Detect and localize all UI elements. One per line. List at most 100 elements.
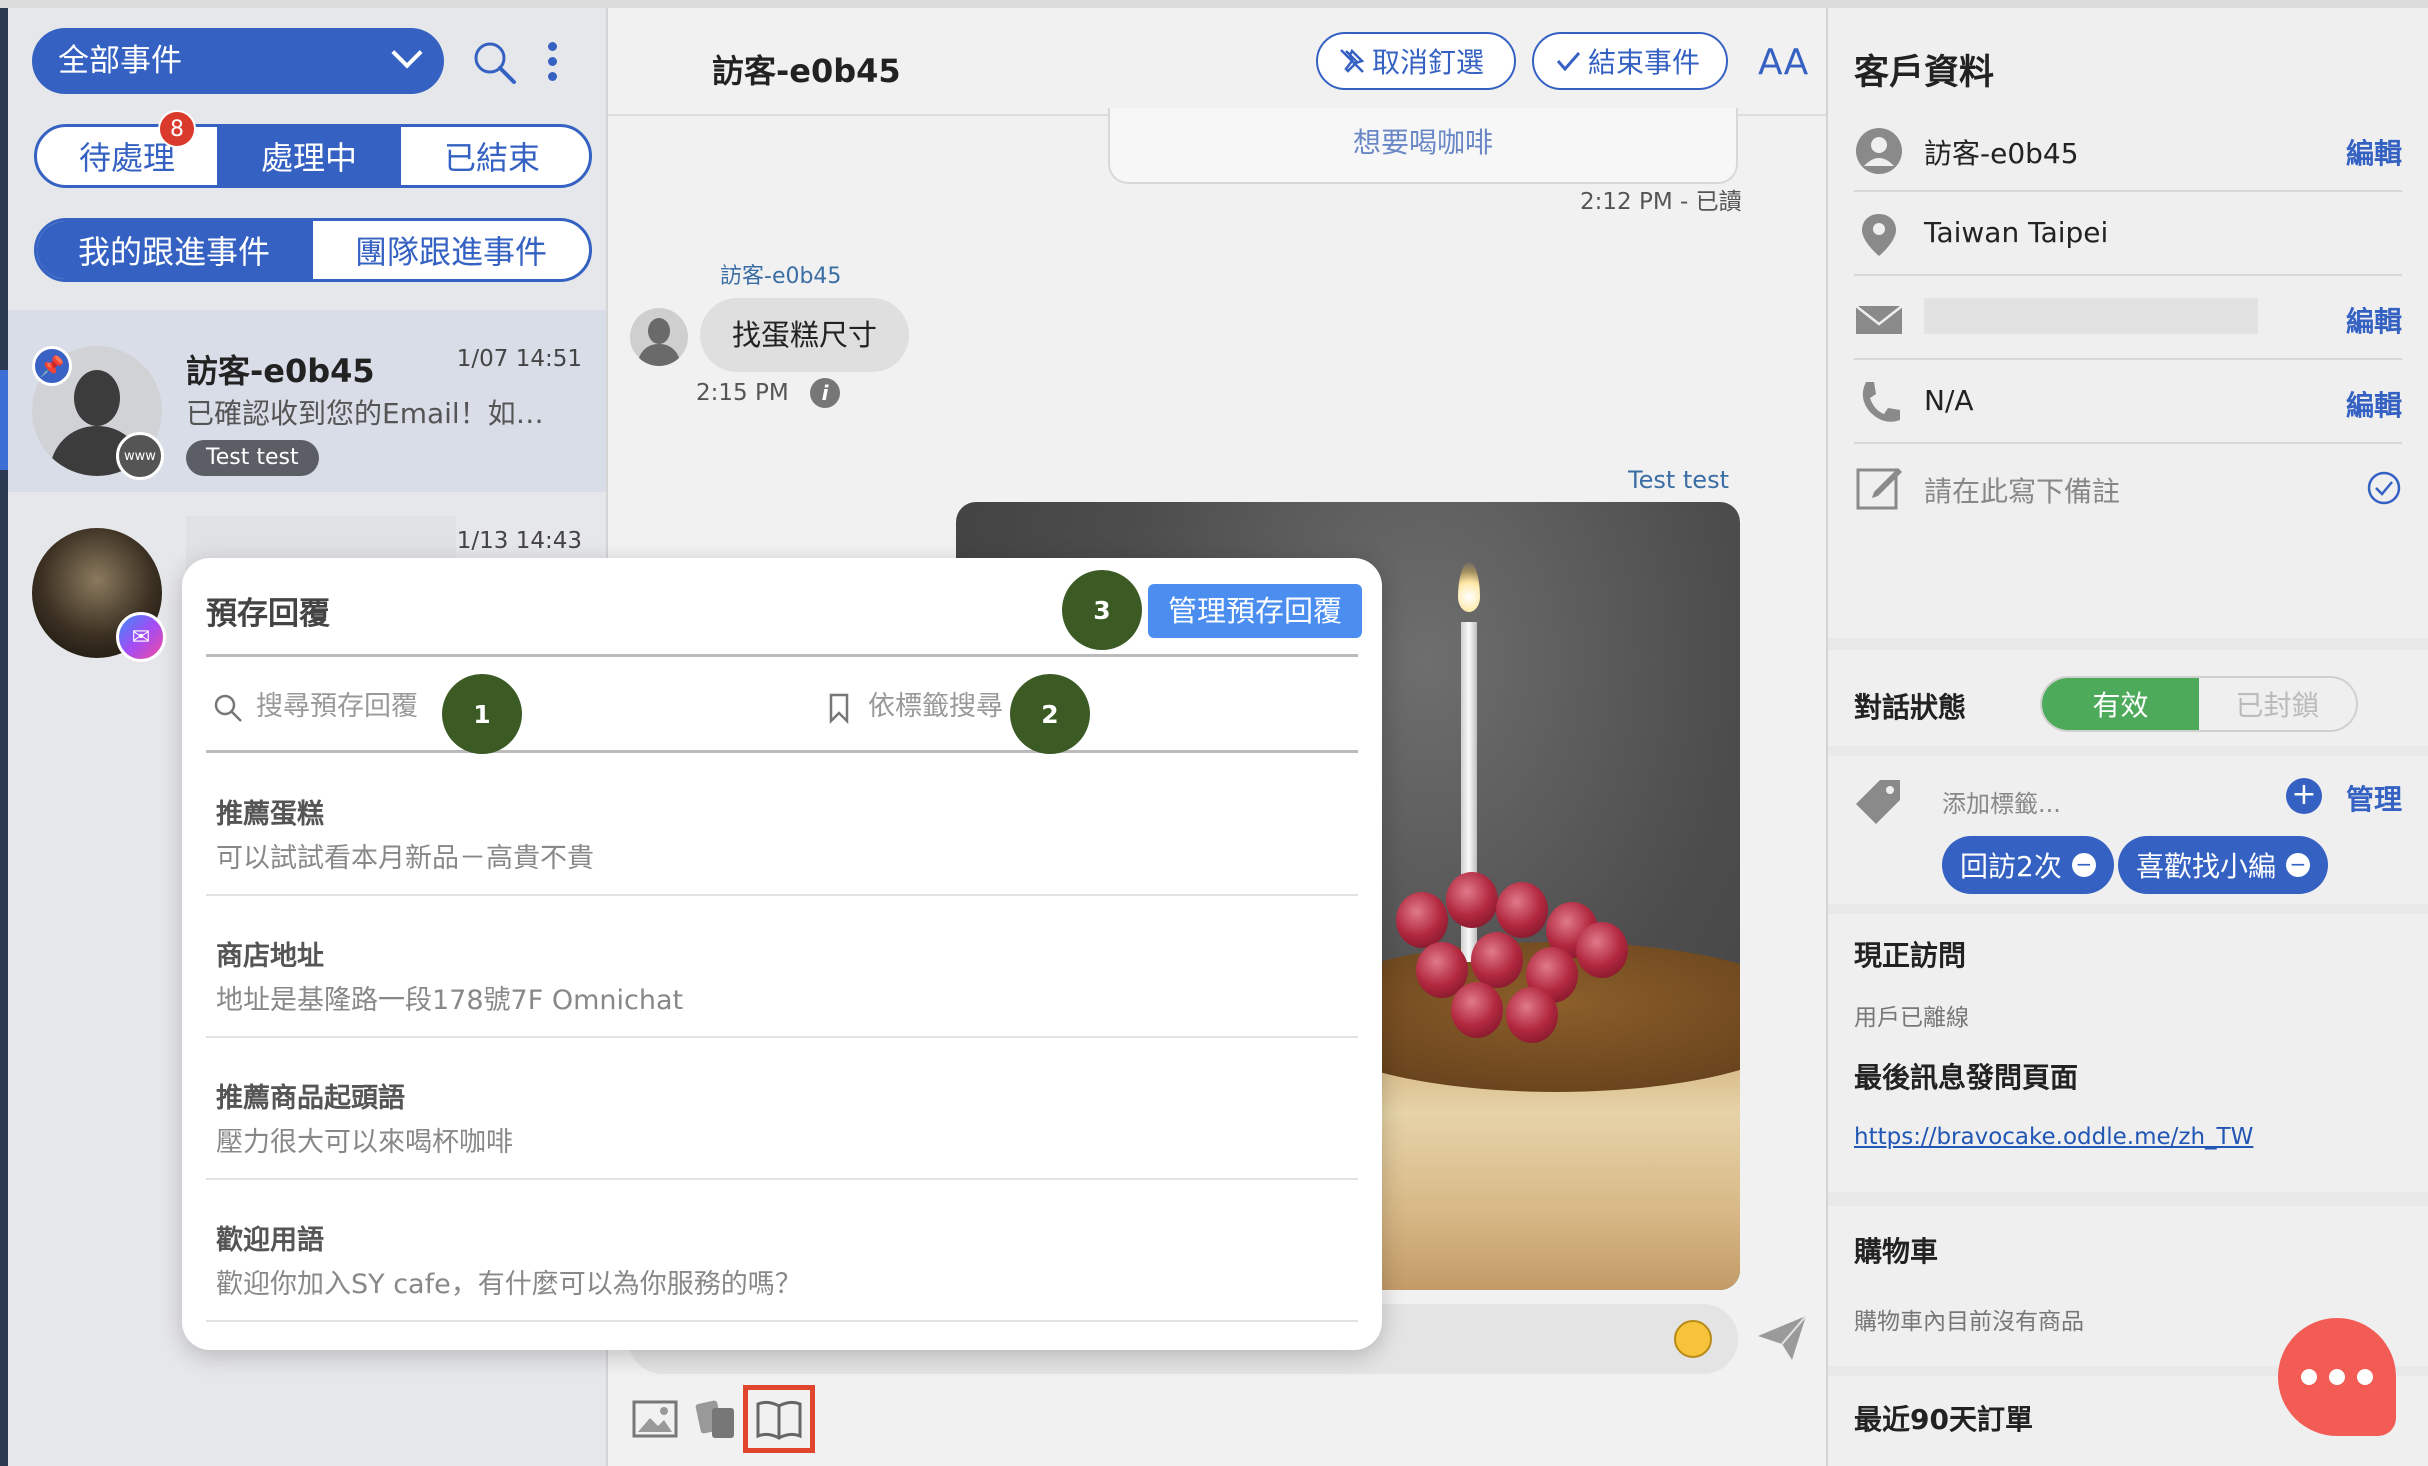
customer-location-row: Taiwan Taipei — [1854, 192, 2402, 276]
saved-reply-text: 壓力很大可以來喝杯咖啡 — [216, 1127, 513, 1158]
unpin-label: 取消釘選 — [1372, 46, 1485, 79]
pending-count-badge: 8 — [158, 110, 196, 148]
tab-my-events[interactable]: 我的跟進事件 — [37, 221, 313, 279]
end-event-label: 結束事件 — [1588, 46, 1701, 79]
tab-processing[interactable]: 處理中 — [219, 127, 401, 185]
manage-saved-replies-button[interactable]: 管理預存回覆 — [1148, 584, 1363, 638]
event-filter-dropdown[interactable]: 全部事件 — [32, 28, 444, 94]
popup-title: 預存回覆 — [206, 596, 330, 632]
orders-title[interactable]: 最近90天訂單 — [1854, 1398, 2033, 1438]
user-icon — [1856, 128, 1902, 174]
tag-search[interactable]: 依標籤搜尋 — [828, 684, 1003, 724]
divider — [206, 750, 1358, 753]
image-upload-icon[interactable] — [630, 1396, 680, 1442]
note-placeholder: 請在此寫下備註 — [1924, 475, 2121, 508]
customer-note-row[interactable]: 請在此寫下備註 — [1854, 444, 2402, 528]
chat-title: 訪客-e0b45 — [712, 52, 901, 90]
saved-reply-text: 可以試試看本月新品－高貴不貴 — [216, 843, 594, 874]
unpin-button[interactable]: 取消釘選 — [1316, 32, 1516, 90]
last-page-link[interactable]: https://bravocake.oddle.me/zh_TW — [1854, 1124, 2253, 1150]
search-icon[interactable] — [470, 38, 518, 86]
cart-title: 購物車 — [1854, 1235, 1939, 1268]
top-bar — [0, 0, 2428, 8]
nav-active-indicator — [0, 370, 8, 470]
save-note-check-icon — [2367, 471, 2401, 505]
edit-email-link[interactable]: 編輯 — [2346, 300, 2402, 340]
tags-section: 添加標籤... + 管理 回訪2次 − 喜歡找小編 − — [1828, 756, 2428, 904]
conversation-time: 1/07 14:51 — [456, 346, 582, 372]
blurred-email — [1924, 298, 2258, 334]
agent-name-label: Test test — [1628, 466, 1729, 494]
search-icon — [214, 694, 242, 722]
manage-tags-link[interactable]: 管理 — [2346, 778, 2402, 818]
remove-tag-icon[interactable]: − — [2286, 853, 2311, 877]
saved-replies-popup: 預存回覆 管理預存回覆 搜尋預存回覆 依標籤搜尋 推薦蛋糕 可以試試看本月新品－… — [182, 558, 1382, 1350]
saved-reply-text: 歡迎你加入SY cafe，有什麼可以為你服務的嗎？ — [216, 1269, 802, 1300]
status-label: 對話狀態 — [1854, 691, 1967, 724]
cart-value: 購物車內目前沒有商品 — [1854, 1309, 2084, 1335]
status-toggle[interactable]: 有效 已封鎖 — [2040, 676, 2358, 732]
saved-reply-title: 推薦商品起頭語 — [216, 1083, 405, 1114]
font-size-toggle[interactable]: AA — [1758, 42, 1808, 83]
add-tag-button[interactable]: + — [2286, 778, 2322, 814]
tag-chip[interactable]: 回訪2次 − — [1942, 836, 2114, 894]
tag-chip-label: 喜歡找小編 — [2136, 850, 2277, 883]
saved-reply-title: 商店地址 — [216, 941, 324, 972]
tag-search-label: 依標籤搜尋 — [868, 691, 1003, 722]
tab-team-events[interactable]: 團隊跟進事件 — [313, 221, 589, 279]
step-marker-2: 2 — [1010, 674, 1090, 754]
saved-reply-title: 歡迎用語 — [216, 1225, 324, 1256]
customer-name-row: 訪客-e0b45 編輯 — [1854, 108, 2402, 192]
customer-info-panel: 客戶資料 訪客-e0b45 編輯 Taiwan Taipei 編輯 N/A 編輯… — [1828, 8, 2428, 1466]
saved-reply-item[interactable]: 歡迎用語 歡迎你加入SY cafe，有什麼可以為你服務的嗎？ — [206, 1180, 1358, 1322]
tab-closed[interactable]: 已結束 — [401, 127, 583, 185]
search-placeholder: 搜尋預存回覆 — [256, 691, 418, 722]
more-options-icon[interactable] — [542, 38, 562, 88]
tag-chip[interactable]: 喜歡找小編 − — [2118, 836, 2329, 894]
edit-phone-link[interactable]: 編輯 — [2346, 384, 2402, 424]
emoji-icon[interactable] — [1674, 1320, 1712, 1358]
customer-profile-section: 客戶資料 訪客-e0b45 編輯 Taiwan Taipei 編輯 N/A 編輯… — [1828, 8, 2428, 638]
phone-icon — [1862, 382, 1900, 422]
saved-reply-text: 地址是基隆路一段178號7F Omnichat — [216, 985, 684, 1016]
status-active[interactable]: 有效 — [2042, 678, 2199, 730]
chat-widget-button[interactable] — [2278, 1318, 2396, 1436]
customer-location: Taiwan Taipei — [1924, 216, 2109, 249]
saved-reply-title: 推薦蛋糕 — [216, 799, 324, 830]
unpin-icon — [1340, 48, 1365, 73]
saved-reply-search[interactable]: 搜尋預存回覆 — [212, 684, 418, 724]
info-icon[interactable]: i — [810, 378, 840, 408]
app-nav-strip — [0, 8, 8, 1466]
event-filter-label: 全部事件 — [58, 43, 182, 79]
previous-message-bubble: 想要喝咖啡 — [1108, 108, 1738, 184]
candle-flame — [1458, 562, 1480, 612]
bookmark-icon — [829, 693, 849, 724]
customer-info-title: 客戶資料 — [1854, 53, 1995, 93]
conversation-item[interactable]: 📌 www 訪客-e0b45 1/07 14:51 已確認收到您的Email！如… — [8, 310, 606, 492]
step-marker-3: 3 — [1062, 570, 1142, 650]
conversation-name: 訪客-e0b45 — [186, 352, 375, 390]
send-icon[interactable] — [1756, 1314, 1808, 1362]
conversation-preview: 已確認收到您的Email！如果您有任何問題請隨時告知 — [186, 397, 566, 430]
visitor-message-bubble: 找蛋糕尺寸 — [700, 298, 910, 372]
read-receipt: 2:12 PM - 已讀 — [1580, 189, 1742, 215]
scope-tabs: 我的跟進事件 團隊跟進事件 — [34, 218, 592, 282]
visitor-name-label: 訪客-e0b45 — [720, 264, 842, 289]
customer-email-row: 編輯 — [1854, 276, 2402, 360]
saved-reply-item[interactable]: 推薦商品起頭語 壓力很大可以來喝杯咖啡 — [206, 1038, 1358, 1180]
status-blocked[interactable]: 已封鎖 — [2199, 678, 2356, 730]
note-edit-icon — [1856, 468, 1902, 510]
divider — [206, 654, 1358, 657]
sticker-icon[interactable] — [692, 1396, 742, 1442]
add-tag-input[interactable]: 添加標籤... — [1942, 784, 2061, 819]
remove-tag-icon[interactable]: − — [2071, 853, 2096, 877]
pin-icon: 📌 — [32, 346, 72, 386]
visitor-avatar — [630, 308, 688, 366]
customer-phone-row: N/A 編輯 — [1854, 360, 2402, 444]
end-event-button[interactable]: 結束事件 — [1532, 32, 1728, 90]
last-page-title: 最後訊息發問頁面 — [1854, 1061, 2079, 1094]
saved-reply-item[interactable]: 商店地址 地址是基隆路一段178號7F Omnichat — [206, 896, 1358, 1038]
edit-name-link[interactable]: 編輯 — [2346, 132, 2402, 172]
saved-replies-book-icon[interactable] — [743, 1385, 815, 1453]
saved-reply-item[interactable]: 推薦蛋糕 可以試試看本月新品－高貴不貴 — [206, 754, 1358, 896]
